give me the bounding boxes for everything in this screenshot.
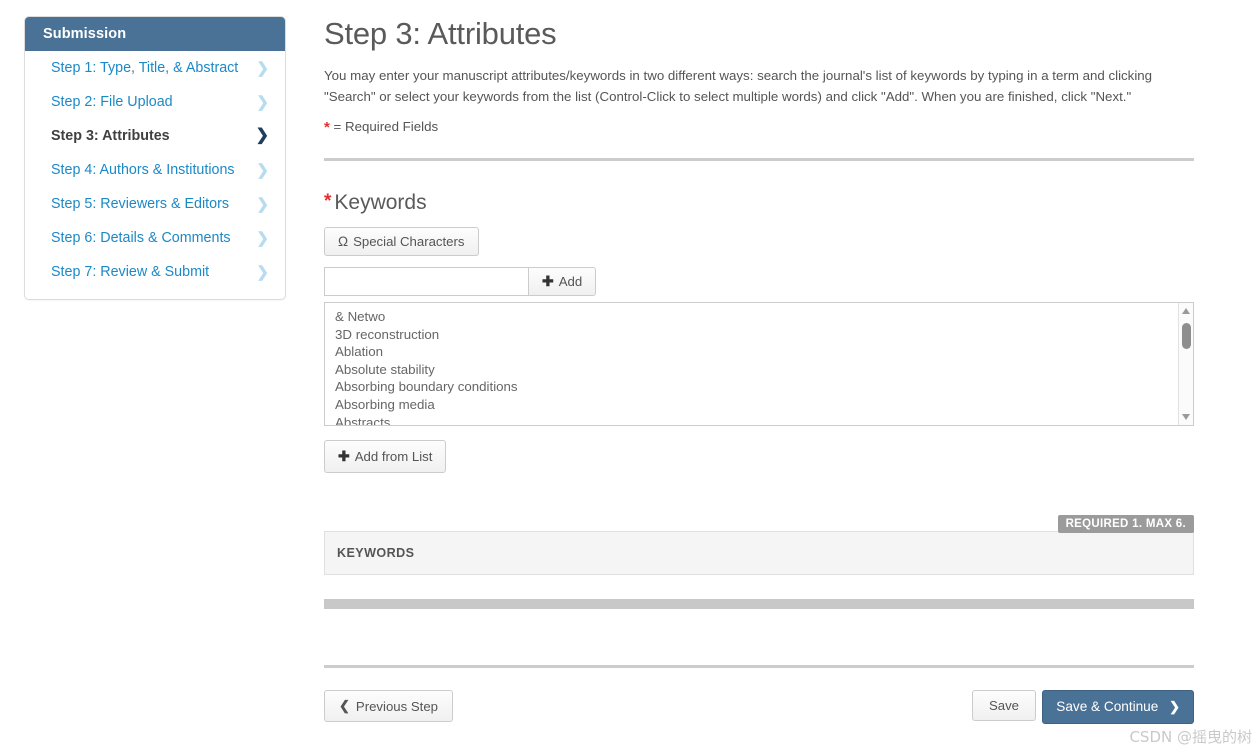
add-from-list-button[interactable]: ✚ Add from List <box>324 440 447 473</box>
keywords-table: KEYWORDS <box>324 531 1194 575</box>
chevron-left-icon: ❮ <box>339 698 350 713</box>
save-label: Save <box>988 698 1019 713</box>
list-item[interactable]: & Netwo <box>333 308 1193 326</box>
plus-icon: ✚ <box>542 273 554 289</box>
chevron-right-icon: ❯ <box>256 263 269 281</box>
keywords-table-column-header: KEYWORDS <box>337 546 415 560</box>
sidebar-step-list: Step 1: Type, Title, & Abstract ❯ Step 2… <box>25 51 285 299</box>
required-count-badge: REQUIRED 1. MAX 6. <box>1057 515 1194 533</box>
required-badge-row: REQUIRED 1. MAX 6. <box>324 515 1194 533</box>
required-fields-label: = Required Fields <box>333 119 439 134</box>
sidebar-header: Submission <box>25 17 285 51</box>
sidebar-item-label: Step 2: File Upload <box>51 94 173 110</box>
scroll-down-arrow-icon[interactable] <box>1182 414 1190 420</box>
intro-text: You may enter your manuscript attributes… <box>324 68 1153 104</box>
add-keyword-button[interactable]: ✚ Add <box>528 267 597 296</box>
page-root: Submission Step 1: Type, Title, & Abstra… <box>0 0 1260 751</box>
keyword-list-box[interactable]: & Netwo 3D reconstruction Ablation Absol… <box>324 302 1194 426</box>
sidebar-item-step-5[interactable]: Step 5: Reviewers & Editors ❯ <box>25 187 285 221</box>
submission-sidebar: Submission Step 1: Type, Title, & Abstra… <box>24 16 286 300</box>
keyword-list-items: & Netwo 3D reconstruction Ablation Absol… <box>325 303 1193 425</box>
list-item[interactable]: Ablation <box>333 343 1193 361</box>
list-item[interactable]: 3D reconstruction <box>333 326 1193 344</box>
special-characters-button[interactable]: Ω Special Characters <box>324 227 479 256</box>
keywords-heading-label: Keywords <box>334 191 427 214</box>
keyword-search-input[interactable] <box>324 267 528 296</box>
special-characters-label: Special Characters <box>353 234 465 249</box>
sidebar-item-label: Step 1: Type, Title, & Abstract <box>51 60 239 76</box>
list-item[interactable]: Absorbing boundary conditions <box>333 378 1193 396</box>
list-item[interactable]: Abstracts <box>333 414 1193 425</box>
sidebar-item-step-6[interactable]: Step 6: Details & Comments ❯ <box>25 221 285 255</box>
page-title: Step 3: Attributes <box>324 16 557 51</box>
chevron-right-icon: ❯ <box>256 59 269 77</box>
sidebar-item-step-4[interactable]: Step 4: Authors & Institutions ❯ <box>25 153 285 187</box>
form-footer: ❮ Previous Step Save Save & Continue ❯ <box>324 690 1194 724</box>
add-button-label: Add <box>558 274 583 289</box>
watermark: CSDN @摇曳的树 <box>1129 728 1252 746</box>
scroll-up-arrow-icon[interactable] <box>1182 308 1190 314</box>
list-item[interactable]: Absolute stability <box>333 361 1193 379</box>
chevron-right-icon: ❯ <box>255 127 269 144</box>
sidebar-item-step-3[interactable]: Step 3: Attributes ❯ <box>25 119 285 153</box>
top-divider <box>324 158 1194 161</box>
omega-icon: Ω <box>338 234 349 249</box>
required-asterisk-icon: * <box>324 191 332 212</box>
chevron-right-icon: ❯ <box>256 195 269 213</box>
sidebar-item-step-7[interactable]: Step 7: Review & Submit ❯ <box>25 255 285 289</box>
save-continue-label: Save & Continue <box>1056 699 1159 714</box>
sidebar-item-label: Step 6: Details & Comments <box>51 230 231 246</box>
keyword-input-row: ✚ Add <box>324 267 1196 296</box>
add-from-list-label: Add from List <box>354 449 433 464</box>
chevron-right-icon: ❯ <box>256 161 269 179</box>
list-scrollbar[interactable] <box>1178 303 1193 425</box>
chevron-right-icon: ❯ <box>256 93 269 111</box>
chevron-right-icon: ❯ <box>1169 699 1180 714</box>
save-and-continue-button[interactable]: Save & Continue ❯ <box>1042 690 1194 724</box>
keywords-table-footer-bar <box>324 599 1194 609</box>
previous-step-label: Previous Step <box>355 698 439 714</box>
list-item[interactable]: Absorbing media <box>333 396 1193 414</box>
sidebar-item-label: Step 4: Authors & Institutions <box>51 162 235 178</box>
required-asterisk-icon: * <box>324 119 330 136</box>
sidebar-item-label: Step 5: Reviewers & Editors <box>51 196 229 212</box>
chevron-right-icon: ❯ <box>256 229 269 247</box>
main-content: Step 3: Attributes You may enter your ma… <box>324 16 1196 724</box>
plus-icon: ✚ <box>338 448 350 464</box>
sidebar-item-step-1[interactable]: Step 1: Type, Title, & Abstract ❯ <box>25 51 285 85</box>
save-button[interactable]: Save <box>971 690 1036 721</box>
sidebar-item-label: Step 7: Review & Submit <box>51 264 210 280</box>
scrollbar-thumb[interactable] <box>1182 323 1191 349</box>
sidebar-item-label: Step 3: Attributes <box>51 128 170 144</box>
keywords-heading: * Keywords <box>324 191 1196 215</box>
sidebar-item-step-2[interactable]: Step 2: File Upload ❯ <box>25 85 285 119</box>
bottom-divider <box>324 665 1194 668</box>
previous-step-button[interactable]: ❮ Previous Step <box>324 690 454 722</box>
required-fields-note: * = Required Fields <box>324 119 1196 136</box>
